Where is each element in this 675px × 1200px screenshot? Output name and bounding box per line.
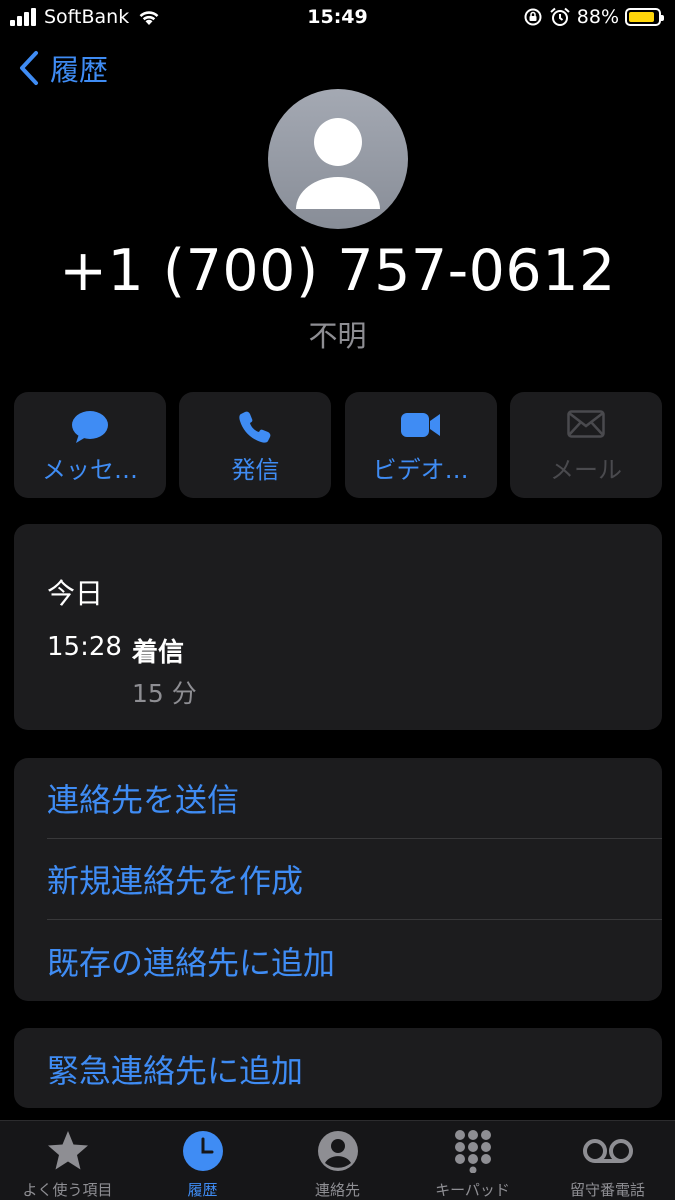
- tab-recents[interactable]: 履歴: [135, 1121, 270, 1200]
- message-button-label: メッセ…: [42, 456, 138, 484]
- tab-keypad[interactable]: キーパッド: [405, 1121, 540, 1200]
- battery-percent: 88%: [576, 6, 619, 28]
- video-call-button[interactable]: ビデオ…: [344, 392, 497, 498]
- call-button-label: 発信: [231, 456, 280, 484]
- keypad-icon: [454, 1130, 491, 1173]
- status-bar-right: 88%: [523, 6, 664, 28]
- clock-icon: [182, 1131, 223, 1171]
- battery-fill: [629, 12, 654, 22]
- status-bar: SoftBank 15:49 88%: [0, 0, 675, 36]
- add-emergency-contact-option[interactable]: 緊急連絡先に追加: [47, 1028, 662, 1109]
- tab-favorites-label: よく使う項目: [22, 1181, 113, 1199]
- alarm-icon: [550, 7, 570, 26]
- history-time: 15:28: [47, 632, 122, 662]
- action-buttons: メッセ… 発信 ビデオ… メール: [14, 392, 662, 498]
- battery-icon: [625, 8, 664, 26]
- back-button[interactable]: 履歴: [18, 48, 108, 88]
- chevron-left-icon: [20, 51, 38, 85]
- envelope-icon: [567, 410, 605, 438]
- contact-options-card: 連絡先を送信 新規連絡先を作成 既存の連絡先に追加: [14, 758, 662, 1001]
- phone-icon: [239, 411, 271, 443]
- tab-recents-label: 履歴: [187, 1181, 218, 1199]
- message-button[interactable]: メッセ…: [14, 392, 166, 498]
- phone-number: +1 (700) 757-0612: [59, 238, 616, 304]
- share-contact-option[interactable]: 連絡先を送信: [47, 758, 662, 839]
- tab-favorites[interactable]: よく使う項目: [0, 1121, 135, 1200]
- call-button[interactable]: 発信: [179, 392, 332, 498]
- tab-voicemail[interactable]: 留守番電話: [540, 1121, 675, 1200]
- create-new-contact-option[interactable]: 新規連絡先を作成: [47, 839, 662, 920]
- history-duration: 15 分: [132, 679, 197, 708]
- tab-contacts-label: 連絡先: [314, 1181, 360, 1199]
- call-detail-screen: SoftBank 15:49 88% 履歴 +1 (700) 757-0612 …: [0, 0, 675, 1200]
- tab-voicemail-label: 留守番電話: [569, 1181, 645, 1199]
- call-history-card: 今日 15:28 着信 15 分: [14, 524, 662, 730]
- emergency-contact-card: 緊急連絡先に追加: [14, 1028, 662, 1108]
- back-label: 履歴: [50, 53, 109, 87]
- mail-button-label: メール: [549, 456, 622, 484]
- message-bubble-icon: [72, 411, 108, 443]
- person-circle-icon: [317, 1131, 358, 1171]
- tab-bar: よく使う項目 履歴 連絡先 キーパッド 留守番電話: [0, 1120, 675, 1200]
- caller-label: 不明: [308, 319, 367, 353]
- tab-contacts[interactable]: 連絡先: [270, 1121, 405, 1200]
- add-to-existing-contact-option[interactable]: 既存の連絡先に追加: [47, 920, 662, 1001]
- voicemail-icon: [582, 1139, 633, 1163]
- history-day: 今日: [47, 577, 104, 610]
- mail-button[interactable]: メール: [509, 392, 662, 498]
- orientation-lock-icon: [524, 8, 542, 26]
- history-call-type: 着信: [132, 638, 185, 668]
- tab-keypad-label: キーパッド: [435, 1181, 510, 1199]
- person-silhouette-icon: [296, 118, 380, 209]
- video-camera-icon: [400, 413, 440, 437]
- star-icon: [47, 1131, 88, 1170]
- video-call-button-label: ビデオ…: [372, 456, 469, 484]
- contact-avatar: [268, 89, 408, 229]
